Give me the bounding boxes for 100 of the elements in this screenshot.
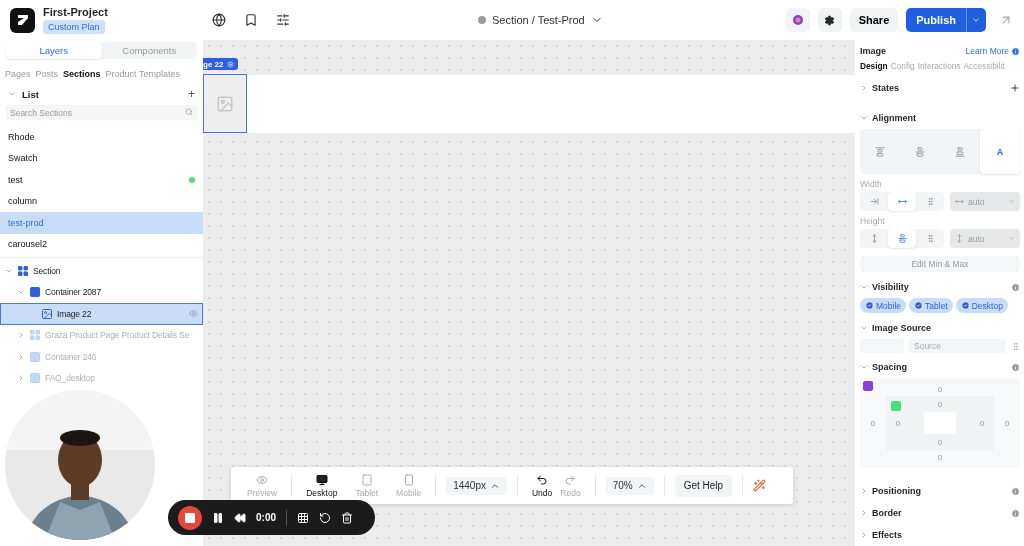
list-entry[interactable]: carousel2: [0, 233, 203, 255]
size-option[interactable]: [888, 192, 916, 211]
collapse-icon[interactable]: [860, 324, 868, 332]
entry-name: Rhode: [8, 131, 35, 142]
width-dropdown[interactable]: 1440px: [446, 476, 507, 495]
size-select[interactable]: auto: [950, 192, 1020, 211]
inspector-tab[interactable]: Accessibilit: [963, 61, 1005, 71]
size-select[interactable]: auto: [950, 229, 1020, 248]
search-field[interactable]: Search Sections: [6, 105, 197, 120]
expand-icon[interactable]: [860, 487, 868, 495]
expand-icon[interactable]: [17, 352, 25, 361]
share-button[interactable]: Share: [849, 8, 899, 32]
collapse-icon[interactable]: [8, 90, 16, 98]
expand-icon[interactable]: [860, 531, 868, 539]
pause-icon[interactable]: [212, 511, 224, 524]
margin-value[interactable]: 0: [1004, 418, 1010, 428]
device-button[interactable]: Mobile: [392, 473, 426, 498]
expand-icon[interactable]: [17, 331, 25, 340]
visibility-chip[interactable]: Tablet: [909, 298, 953, 313]
page-tab[interactable]: Posts: [35, 69, 59, 79]
breadcrumb-dropdown[interactable]: Section / Test-Prod: [471, 13, 609, 27]
inspector-tab[interactable]: Config: [890, 61, 915, 71]
layer-name: Section: [33, 265, 61, 276]
expand-icon[interactable]: [17, 374, 25, 383]
device-button[interactable]: Tablet: [351, 473, 383, 498]
expand-icon[interactable]: [860, 509, 868, 517]
align-option[interactable]: A: [980, 129, 1020, 174]
stop-icon: [185, 512, 195, 523]
list-entry[interactable]: Rhode: [0, 126, 203, 148]
page-tab[interactable]: Product Templates: [105, 69, 180, 79]
collapse-icon[interactable]: [860, 363, 868, 371]
padding-value[interactable]: 0: [937, 399, 943, 409]
info-icon[interactable]: [1011, 282, 1020, 292]
expand-icon[interactable]: [860, 84, 868, 92]
inspector-tab[interactable]: Interactions: [917, 61, 961, 71]
page-tab[interactable]: Pages: [5, 69, 31, 79]
info-icon[interactable]: [1011, 486, 1020, 496]
panel-tab[interactable]: Layers: [6, 42, 102, 59]
add-button[interactable]: +: [188, 87, 195, 101]
margin-value[interactable]: 0: [937, 452, 943, 462]
info-icon[interactable]: [1011, 362, 1020, 372]
search-icon: [185, 108, 193, 116]
restart-icon[interactable]: [319, 511, 331, 524]
check-icon: [914, 301, 924, 310]
list-entry[interactable]: test: [0, 169, 203, 191]
layer-name: Image 22: [57, 308, 92, 319]
layer-name: Graza Product Page Product Details Se: [45, 330, 190, 341]
info-icon[interactable]: [1011, 46, 1020, 56]
stop-button[interactable]: [178, 505, 202, 530]
margin-value[interactable]: 0: [870, 418, 876, 428]
add-icon[interactable]: [1010, 83, 1020, 93]
info-icon[interactable]: [1011, 508, 1020, 518]
layer-item[interactable]: Section: [0, 260, 203, 282]
layer-item[interactable]: FAQ_desktop: [0, 367, 203, 389]
layer-item[interactable]: Container 246: [0, 346, 203, 368]
layer-item[interactable]: Image 22: [0, 303, 203, 325]
avatar-icon[interactable]: [785, 8, 810, 32]
undo-button[interactable]: Undo: [527, 473, 557, 498]
collapse-icon[interactable]: [860, 114, 868, 122]
tablet-icon: [360, 473, 373, 486]
size-option[interactable]: [888, 229, 916, 248]
field-label: Width: [860, 179, 883, 189]
zoom-dropdown[interactable]: 70%: [605, 476, 654, 495]
list-entry[interactable]: Swatch: [0, 147, 203, 169]
page-tab[interactable]: Sections: [63, 69, 101, 79]
size-mode-icon: [869, 197, 879, 206]
panel-tab[interactable]: Components: [101, 42, 197, 59]
delete-icon[interactable]: [341, 511, 353, 524]
rewind-icon[interactable]: [234, 511, 246, 524]
padding-value[interactable]: 0: [937, 437, 943, 447]
visibility-chip[interactable]: Mobile: [860, 298, 907, 313]
learn-more-link[interactable]: Learn More: [965, 46, 1009, 56]
device-button[interactable]: Desktop: [302, 473, 342, 498]
device-button[interactable]: Preview: [243, 473, 282, 498]
layer-name: Container 2087: [45, 287, 102, 298]
app-logo[interactable]: [10, 7, 35, 33]
collapse-icon[interactable]: [860, 283, 868, 291]
eye-icon: [256, 473, 269, 486]
image-placeholder[interactable]: [203, 74, 247, 133]
section-title: Positioning: [872, 486, 921, 496]
visibility-chip[interactable]: Desktop: [955, 298, 1008, 313]
magic-wand-icon[interactable]: [753, 479, 767, 492]
edit-min-max-button[interactable]: Edit Min & Max: [860, 256, 1020, 272]
padding-value[interactable]: 0: [979, 418, 985, 428]
grid-icon: [17, 264, 29, 277]
recording-time: 0:00: [256, 512, 276, 523]
source-field[interactable]: Source: [909, 339, 1006, 353]
settings-icon[interactable]: [817, 8, 842, 32]
help-button[interactable]: Get Help: [674, 474, 733, 497]
grip-icon[interactable]: [1011, 341, 1020, 351]
layer-item[interactable]: Container 2087: [0, 281, 203, 303]
padding-value[interactable]: 0: [895, 418, 901, 428]
layer-item[interactable]: Graza Product Page Product Details Se: [0, 324, 203, 346]
margin-value[interactable]: 0: [937, 384, 943, 394]
visibility-icon[interactable]: [189, 309, 198, 319]
width-icon: [955, 197, 964, 206]
list-entry[interactable]: column: [0, 190, 203, 212]
grid-icon[interactable]: [297, 511, 309, 524]
list-entry[interactable]: test-prod: [0, 212, 203, 234]
inspector-tab[interactable]: Design: [860, 61, 888, 71]
